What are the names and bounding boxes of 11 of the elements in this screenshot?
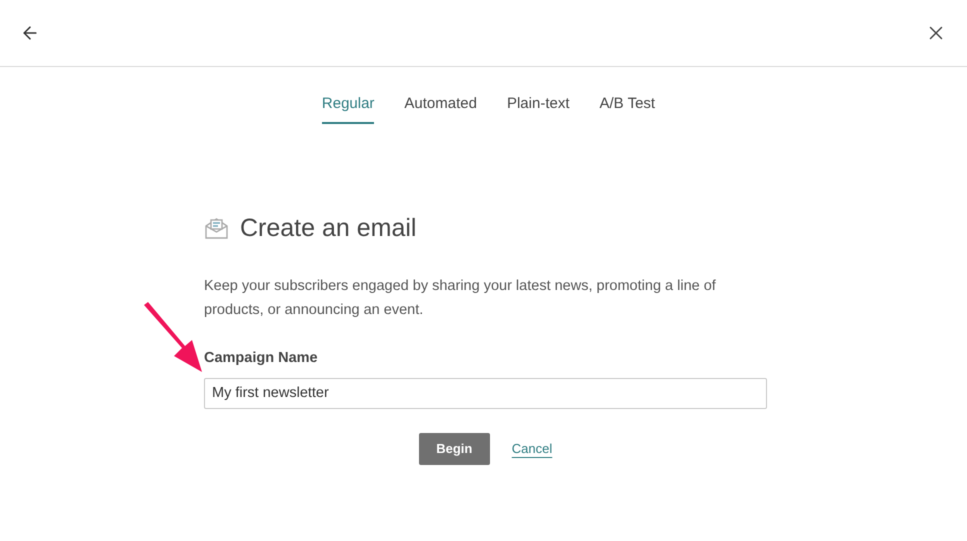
cancel-link[interactable]: Cancel <box>512 439 552 458</box>
tab[interactable]: Regular <box>322 93 374 124</box>
tab[interactable]: Plain-text <box>506 93 570 124</box>
tab[interactable]: A/B Test <box>600 93 656 124</box>
campaign-name-field[interactable]: My first newsletter <box>204 378 767 409</box>
begin-button[interactable]: Begin <box>418 432 490 465</box>
description: Keep your subscribers engaged by sharing your latest news, promoting a line of products, or announcing an event. <box>204 277 717 320</box>
tab[interactable]: Automated <box>404 93 477 124</box>
field-label: Campaign Name <box>204 349 319 368</box>
page-title: Create an email <box>240 212 416 244</box>
envelope-icon <box>204 216 229 240</box>
